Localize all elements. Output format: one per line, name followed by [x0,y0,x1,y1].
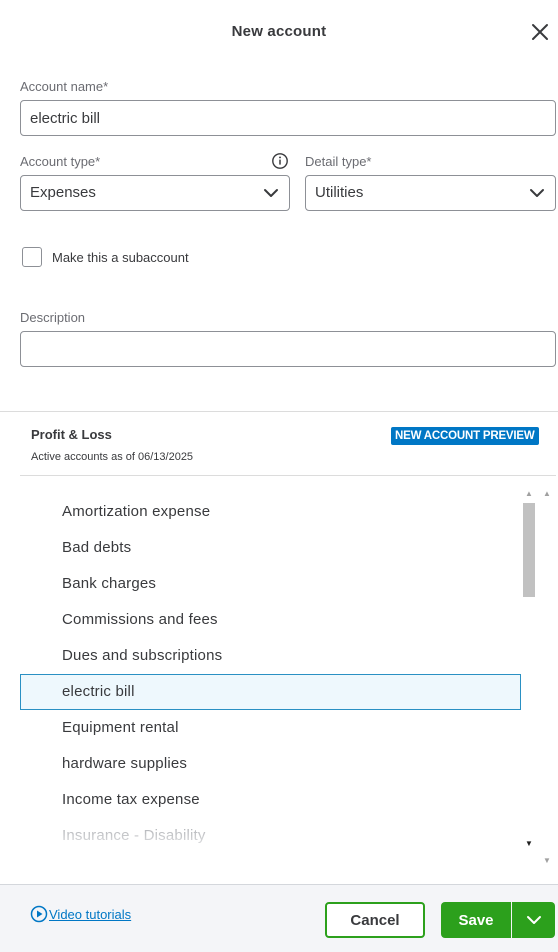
list-item: Bank charges [62,575,157,592]
preview-subtitle: Active accounts as of 06/13/2025 [31,451,194,463]
subaccount-label: Make this a subaccount [52,250,189,265]
new-account-preview-badge: NEW ACCOUNT PREVIEW [391,427,539,445]
detail-type-select[interactable]: Utilities [305,175,556,211]
list-item: Insurance - Disability [62,827,206,844]
list-item: hardware supplies [62,755,188,772]
save-button[interactable]: Save [441,902,511,938]
detail-type-label: Detail type* [305,154,372,169]
list-item: Commissions and fees [62,611,218,628]
description-label: Description [20,310,86,325]
dialog-footer: Video tutorials Cancel Save [0,884,558,952]
list-item: Bad debts [62,539,132,556]
scrollbar-thumb[interactable] [523,503,535,597]
new-account-panel: New account Account name* Account type* … [0,0,558,952]
account-type-value: Expenses [30,184,96,201]
video-tutorials-link[interactable]: Video tutorials [30,905,131,923]
account-name-input[interactable] [20,100,556,136]
dialog-header: New account [0,0,558,66]
panel-scrollbar[interactable]: ▲ ▼ [539,484,555,876]
cancel-button[interactable]: Cancel [325,902,425,938]
section-divider [0,411,558,412]
save-options-button[interactable] [512,902,555,938]
account-type-select[interactable]: Expenses [20,175,290,211]
account-name-label: Account name* [20,79,109,94]
detail-type-value: Utilities [315,184,364,201]
scroll-up-arrow-icon[interactable]: ▲ [543,489,551,498]
list-item: Equipment rental [62,719,179,736]
preview-divider [20,475,556,476]
list-item: Income tax expense [62,791,200,808]
list-scrollbar[interactable]: ▲ ▼ [521,484,537,854]
list-item: Amortization expense [62,503,211,520]
video-tutorials-label: Video tutorials [49,906,132,922]
scroll-down-arrow-icon[interactable]: ▼ [543,856,551,865]
account-type-label: Account type* [20,154,101,169]
list-item: Dues and subscriptions [62,647,223,664]
preview-title: Profit & Loss [31,427,112,442]
description-input[interactable] [20,331,556,367]
scroll-down-arrow-icon[interactable]: ▼ [525,839,533,848]
chevron-down-icon [264,189,278,197]
dialog-title: New account [231,23,327,40]
chevron-down-icon [527,916,541,924]
subaccount-checkbox[interactable] [22,247,42,267]
chevron-down-icon [530,189,544,197]
close-icon[interactable] [530,22,550,42]
play-circle-icon [30,905,48,923]
scroll-up-arrow-icon[interactable]: ▲ [525,489,533,498]
list-item-new-account: electric bill [20,674,521,710]
info-icon[interactable] [271,152,289,170]
account-preview-list[interactable]: Amortization expense Bad debts Bank char… [20,494,521,850]
